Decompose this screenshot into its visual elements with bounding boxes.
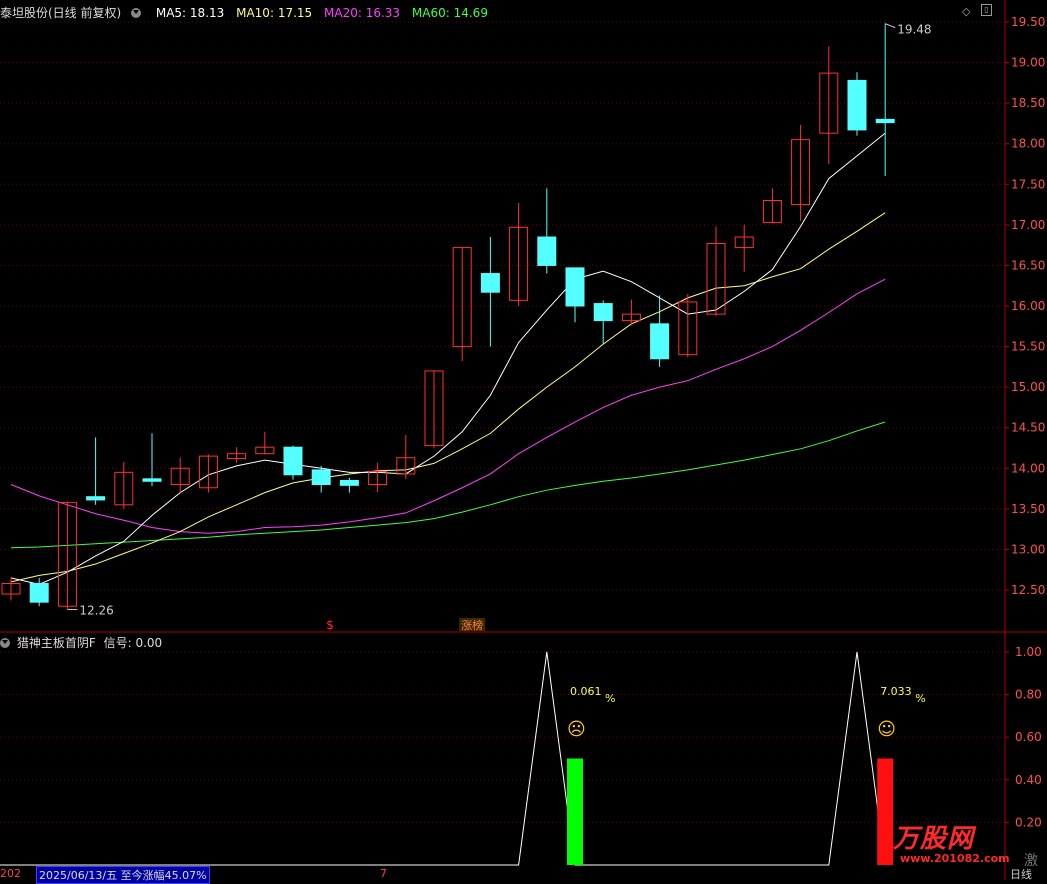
high-pointer	[885, 23, 896, 29]
panel-toggle-icon[interactable]: ▯	[981, 4, 992, 16]
signal-bar	[877, 758, 894, 865]
low-label: 12.26	[79, 603, 113, 617]
ma5-legend: MA5: 18.13	[155, 6, 225, 20]
status-date-info: 2025/06/13/五 至今涨幅45.07%	[36, 866, 210, 884]
signal-line	[0, 651, 886, 866]
ma5-line	[10, 132, 886, 585]
y-tick-label: 12.50	[1011, 583, 1045, 597]
ma60-line	[10, 421, 886, 549]
candle-body	[593, 303, 613, 322]
signal-label: 信号:	[103, 636, 132, 650]
indicator-dropdown-icon[interactable]	[0, 638, 10, 648]
y-tick-label: 19.00	[1011, 56, 1045, 70]
ma60-legend: MA60: 14.69	[411, 6, 488, 20]
chart-canvas: 12.50 13.00 13.50 14.00 14.50 15.00 15.50 16.00…	[0, 0, 1047, 880]
ma10-line	[10, 212, 886, 583]
y-tick-label: 18.50	[1011, 96, 1045, 110]
pct-value: 7.033	[880, 685, 912, 698]
y-tick-label: 17.50	[1011, 177, 1045, 191]
signal-bar	[567, 758, 583, 865]
pct-value: 0.061	[570, 685, 602, 698]
indicator-y-tick-label: 0.20	[1015, 815, 1042, 829]
indicator-y-tick-label: 0.60	[1015, 730, 1042, 744]
dropdown-icon[interactable]	[131, 8, 142, 18]
ma20-legend: MA20: 16.33	[324, 6, 401, 20]
status-mark: 7	[380, 867, 387, 880]
candle-body	[29, 583, 49, 603]
y-tick-label: 17.00	[1011, 218, 1045, 232]
y-tick-label: 18.00	[1011, 137, 1045, 151]
diamond-icon[interactable]: ◇	[962, 5, 970, 18]
candle-body	[142, 478, 162, 482]
signal-value: 0.00	[135, 636, 163, 650]
y-tick-label: 13.00	[1011, 542, 1045, 556]
stock-title[interactable]: 泰坦股份(日线 前复权)	[0, 6, 121, 20]
watermark-url: www.201082.com	[900, 852, 1010, 865]
y-tick-label: 14.00	[1011, 461, 1045, 475]
candle-body	[311, 469, 331, 486]
y-tick-label: 15.00	[1011, 380, 1045, 394]
indicator-header: 猎神主板首阴F 信号: 0.00	[0, 634, 162, 651]
s-marker: $	[326, 618, 334, 632]
pct-unit: %	[915, 692, 925, 705]
ma10-legend: MA10: 17.15	[236, 6, 313, 20]
y-tick-label: 19.50	[1011, 15, 1045, 29]
y-tick-label: 16.00	[1011, 299, 1045, 313]
candle-body	[480, 273, 500, 293]
pct-unit: %	[605, 692, 615, 705]
face-icon: ☺	[877, 719, 896, 740]
indicator-title[interactable]: 猎神主板首阴F	[17, 636, 96, 650]
y-tick-label: 16.50	[1011, 258, 1045, 272]
watermark-logo: 万股网	[893, 824, 975, 854]
zhangbang-marker: 涨榜	[461, 618, 483, 632]
watermark-side-text: 激	[1024, 853, 1038, 869]
candle-body	[283, 446, 303, 476]
indicator-y-tick-label: 0.40	[1015, 773, 1042, 787]
candle-body	[339, 479, 359, 486]
candle-body	[86, 496, 106, 501]
status-year: 202	[0, 867, 21, 880]
face-icon: ☹	[567, 719, 586, 740]
y-tick-label: 14.50	[1011, 421, 1045, 435]
status-bar: 202 2025/06/13/五 至今涨幅45.07% 7	[0, 866, 1005, 884]
chart-header: 泰坦股份(日线 前复权) MA5: 18.13 MA10: 17.15 MA20…	[0, 4, 488, 21]
candle-body	[565, 267, 585, 307]
candle-body	[537, 236, 557, 266]
high-label: 19.48	[897, 23, 931, 37]
y-tick-label: 13.50	[1011, 502, 1045, 516]
candle-body	[847, 79, 867, 131]
candle-body	[650, 323, 670, 360]
candle-body	[875, 118, 895, 124]
indicator-y-tick-label: 1.00	[1015, 645, 1042, 659]
ma20-line	[10, 278, 886, 534]
y-tick-label: 15.50	[1011, 340, 1045, 354]
indicator-y-tick-label: 0.80	[1015, 688, 1042, 702]
